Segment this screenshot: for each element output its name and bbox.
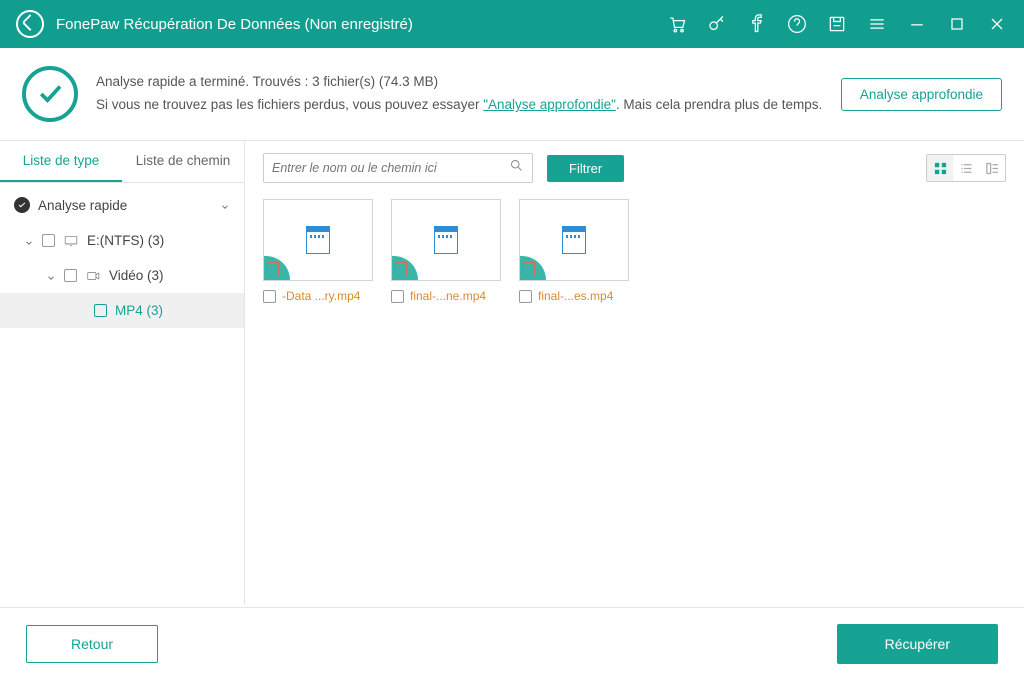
view-detail-icon[interactable] bbox=[979, 155, 1005, 181]
status-bar: Analyse rapide a terminé. Trouvés : 3 fi… bbox=[0, 48, 1024, 141]
checkbox[interactable] bbox=[42, 234, 55, 247]
video-file-icon bbox=[306, 226, 330, 254]
file-name: final-...ne.mp4 bbox=[410, 289, 486, 303]
toolbar: Filtrer bbox=[263, 153, 1006, 183]
help-icon[interactable] bbox=[786, 13, 808, 35]
file-grid: -Data ...ry.mp4 final-...ne.mp4 final-..… bbox=[263, 199, 1006, 303]
tree-mp4[interactable]: MP4 (3) bbox=[0, 293, 244, 328]
file-thumb bbox=[263, 199, 373, 281]
search-wrap bbox=[263, 153, 533, 183]
drive-icon bbox=[63, 234, 79, 248]
view-list-icon[interactable] bbox=[953, 155, 979, 181]
status-line1: Analyse rapide a terminé. Trouvés : 3 fi… bbox=[96, 71, 823, 94]
back-button[interactable]: Retour bbox=[26, 625, 158, 663]
check-filled-icon bbox=[14, 197, 30, 213]
content-area: Filtrer -Data ...ry.mp4 final-...ne.mp4 … bbox=[245, 141, 1024, 605]
recover-button[interactable]: Récupérer bbox=[837, 624, 998, 664]
close-icon[interactable] bbox=[986, 13, 1008, 35]
video-file-icon bbox=[434, 226, 458, 254]
checkbox[interactable] bbox=[263, 290, 276, 303]
file-tree: Analyse rapide E:(NTFS) (3) Vidéo (3) MP… bbox=[0, 183, 244, 332]
key-icon[interactable] bbox=[706, 13, 728, 35]
deep-scan-link[interactable]: "Analyse approfondie" bbox=[483, 97, 616, 112]
tab-list-type[interactable]: Liste de type bbox=[0, 141, 122, 182]
file-card[interactable]: final-...ne.mp4 bbox=[391, 199, 501, 303]
file-card[interactable]: final-...es.mp4 bbox=[519, 199, 629, 303]
titlebar: FonePaw Récupération De Données (Non enr… bbox=[0, 0, 1024, 48]
status-line2: Si vous ne trouvez pas les fichiers perd… bbox=[96, 94, 823, 117]
app-title: FonePaw Récupération De Données (Non enr… bbox=[56, 16, 413, 33]
view-grid-icon[interactable] bbox=[927, 155, 953, 181]
chevron-down-icon bbox=[220, 200, 230, 210]
file-thumb bbox=[391, 199, 501, 281]
tree-video[interactable]: Vidéo (3) bbox=[0, 258, 244, 293]
app-logo-icon bbox=[16, 10, 44, 38]
deleted-badge-icon bbox=[264, 256, 290, 280]
tab-list-path[interactable]: Liste de chemin bbox=[122, 141, 244, 182]
checkbox[interactable] bbox=[391, 290, 404, 303]
sidebar: Liste de type Liste de chemin Analyse ra… bbox=[0, 141, 245, 605]
chevron-down-icon bbox=[46, 271, 56, 281]
file-thumb bbox=[519, 199, 629, 281]
checkbox[interactable] bbox=[64, 269, 77, 282]
filter-button[interactable]: Filtrer bbox=[547, 155, 624, 182]
chevron-down-icon bbox=[24, 236, 34, 246]
tree-drive[interactable]: E:(NTFS) (3) bbox=[0, 223, 244, 258]
cart-icon[interactable] bbox=[666, 13, 688, 35]
file-name: final-...es.mp4 bbox=[538, 289, 613, 303]
checkbox[interactable] bbox=[94, 304, 107, 317]
deleted-badge-icon bbox=[520, 256, 546, 280]
deep-scan-button[interactable]: Analyse approfondie bbox=[841, 78, 1002, 111]
check-circle-icon bbox=[22, 66, 78, 122]
save-icon[interactable] bbox=[826, 13, 848, 35]
minimize-icon[interactable] bbox=[906, 13, 928, 35]
search-input[interactable] bbox=[272, 161, 509, 175]
file-name: -Data ...ry.mp4 bbox=[282, 289, 360, 303]
video-icon bbox=[85, 269, 101, 283]
file-card[interactable]: -Data ...ry.mp4 bbox=[263, 199, 373, 303]
deleted-badge-icon bbox=[392, 256, 418, 280]
tree-quick-scan[interactable]: Analyse rapide bbox=[0, 187, 244, 223]
video-file-icon bbox=[562, 226, 586, 254]
status-text: Analyse rapide a terminé. Trouvés : 3 fi… bbox=[96, 71, 823, 117]
menu-icon[interactable] bbox=[866, 13, 888, 35]
footer: Retour Récupérer bbox=[0, 607, 1024, 679]
search-icon[interactable] bbox=[509, 158, 524, 178]
view-toggles bbox=[926, 154, 1006, 182]
checkbox[interactable] bbox=[519, 290, 532, 303]
maximize-icon[interactable] bbox=[946, 13, 968, 35]
facebook-icon[interactable] bbox=[746, 13, 768, 35]
